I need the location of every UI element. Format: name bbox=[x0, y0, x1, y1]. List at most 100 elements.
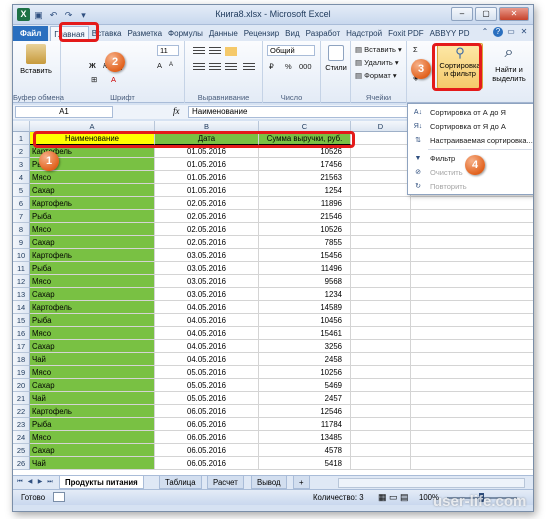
row-header[interactable]: 3 bbox=[13, 158, 30, 171]
cell-date[interactable]: 05.05.2016 bbox=[155, 366, 259, 379]
align-top-icon[interactable] bbox=[193, 47, 205, 56]
cell-name[interactable]: Сахар bbox=[30, 340, 155, 353]
cell-name[interactable]: Сахар bbox=[30, 236, 155, 249]
cell-empty[interactable] bbox=[411, 340, 533, 353]
sheet-tab-products[interactable]: Продукты питания bbox=[59, 476, 144, 489]
row-header[interactable]: 10 bbox=[13, 249, 30, 262]
cell-revenue[interactable]: 1234 bbox=[259, 288, 351, 301]
cell-empty[interactable] bbox=[351, 184, 411, 197]
cell-empty[interactable] bbox=[411, 457, 533, 470]
cell-name[interactable]: Чай bbox=[30, 353, 155, 366]
cell-revenue[interactable]: 3256 bbox=[259, 340, 351, 353]
cell-date[interactable]: 04.05.2016 bbox=[155, 340, 259, 353]
reapply-item[interactable]: ↻ Повторить bbox=[408, 180, 533, 193]
cell-empty[interactable] bbox=[351, 249, 411, 262]
cell-name[interactable]: Картофель bbox=[30, 249, 155, 262]
help-icon[interactable]: ? bbox=[493, 27, 503, 37]
macro-record-icon[interactable] bbox=[53, 492, 65, 502]
new-sheet-icon[interactable]: + bbox=[293, 476, 310, 489]
cell-name[interactable]: Мясо bbox=[30, 171, 155, 184]
cell-empty[interactable] bbox=[411, 301, 533, 314]
cell-date[interactable]: 02.05.2016 bbox=[155, 236, 259, 249]
cell-name[interactable]: Сахар bbox=[30, 184, 155, 197]
cell-name[interactable]: Сахар bbox=[30, 288, 155, 301]
font-color-icon[interactable]: A bbox=[111, 75, 116, 84]
cell-date[interactable]: 06.05.2016 bbox=[155, 457, 259, 470]
tab-file[interactable]: Файл bbox=[13, 26, 49, 41]
cell-revenue[interactable]: 10526 bbox=[259, 223, 351, 236]
cell-revenue[interactable]: 1254 bbox=[259, 184, 351, 197]
currency-icon[interactable]: ₽ bbox=[269, 62, 274, 71]
find-select-button[interactable]: ⌕ Найти и выделить bbox=[489, 43, 529, 83]
cell-empty[interactable] bbox=[351, 158, 411, 171]
cell-date[interactable]: 02.05.2016 bbox=[155, 197, 259, 210]
cell-empty[interactable] bbox=[411, 379, 533, 392]
tab-developer[interactable]: Разработ bbox=[303, 26, 344, 41]
grow-font-icon[interactable]: A bbox=[157, 61, 162, 70]
cell-empty[interactable] bbox=[411, 262, 533, 275]
align-right-icon[interactable] bbox=[225, 63, 237, 72]
cell-revenue[interactable]: 10456 bbox=[259, 314, 351, 327]
delete-cells-button[interactable]: ▤ Удалить ▾ bbox=[355, 58, 399, 67]
cell-revenue[interactable]: 5469 bbox=[259, 379, 351, 392]
cell-revenue[interactable]: 11496 bbox=[259, 262, 351, 275]
row-header[interactable]: 23 bbox=[13, 418, 30, 431]
number-format-select[interactable]: Общий bbox=[267, 45, 315, 56]
shrink-font-icon[interactable]: A bbox=[169, 62, 173, 68]
cell-revenue[interactable]: 12546 bbox=[259, 405, 351, 418]
cell-date[interactable]: 03.05.2016 bbox=[155, 275, 259, 288]
align-middle-icon[interactable] bbox=[209, 47, 221, 56]
tab-data[interactable]: Данные bbox=[206, 26, 241, 41]
horizontal-scrollbar[interactable] bbox=[338, 478, 525, 488]
cell-empty[interactable] bbox=[411, 353, 533, 366]
cell-revenue[interactable]: 14589 bbox=[259, 301, 351, 314]
cell-revenue[interactable]: 13485 bbox=[259, 431, 351, 444]
cell-empty[interactable] bbox=[351, 275, 411, 288]
cell-date[interactable]: 01.05.2016 bbox=[155, 158, 259, 171]
cell-empty[interactable] bbox=[411, 405, 533, 418]
close-workbook-icon[interactable]: ✕ bbox=[519, 27, 529, 37]
borders-icon[interactable]: ⊞ bbox=[91, 75, 97, 84]
cell-empty[interactable] bbox=[351, 171, 411, 184]
fx-icon[interactable]: fx bbox=[173, 106, 180, 116]
cell-name[interactable]: Рыба bbox=[30, 210, 155, 223]
minimize-icon[interactable]: – bbox=[451, 7, 473, 21]
cell-revenue[interactable]: 10256 bbox=[259, 366, 351, 379]
row-header[interactable]: 16 bbox=[13, 327, 30, 340]
row-header[interactable]: 19 bbox=[13, 366, 30, 379]
cell-empty[interactable] bbox=[411, 444, 533, 457]
cell-empty[interactable] bbox=[351, 236, 411, 249]
cell-date[interactable]: 05.05.2016 bbox=[155, 392, 259, 405]
cell-empty[interactable] bbox=[411, 210, 533, 223]
cell-date[interactable]: 06.05.2016 bbox=[155, 444, 259, 457]
row-header[interactable]: 15 bbox=[13, 314, 30, 327]
row-header[interactable]: 5 bbox=[13, 184, 30, 197]
cell-date[interactable]: 01.05.2016 bbox=[155, 184, 259, 197]
cell-date[interactable]: 01.05.2016 bbox=[155, 171, 259, 184]
sort-z-a-item[interactable]: Я↓ Сортировка от Я до А bbox=[408, 120, 533, 133]
row-header[interactable]: 7 bbox=[13, 210, 30, 223]
cell-empty[interactable] bbox=[411, 197, 533, 210]
tab-review[interactable]: Рецензир bbox=[241, 26, 282, 41]
row-header[interactable]: 13 bbox=[13, 288, 30, 301]
format-cells-button[interactable]: ▤ Формат ▾ bbox=[355, 71, 397, 80]
row-header[interactable]: 14 bbox=[13, 301, 30, 314]
cell-empty[interactable] bbox=[351, 405, 411, 418]
tab-foxit-pdf[interactable]: Foxit PDF bbox=[385, 26, 427, 41]
thousands-icon[interactable]: 000 bbox=[299, 62, 312, 71]
cell-name[interactable]: Мясо bbox=[30, 366, 155, 379]
bold-icon[interactable]: Ж bbox=[89, 61, 96, 70]
cell-empty[interactable] bbox=[411, 366, 533, 379]
cell-empty[interactable] bbox=[411, 288, 533, 301]
tab-abbyy-pdf[interactable]: ABBYY PD bbox=[427, 26, 473, 41]
sheet-tab-calculation[interactable]: Расчет bbox=[207, 476, 244, 489]
cell-empty[interactable] bbox=[351, 366, 411, 379]
cell-revenue[interactable]: 11896 bbox=[259, 197, 351, 210]
cell-empty[interactable] bbox=[351, 223, 411, 236]
sheet-tab-table[interactable]: Таблица bbox=[159, 476, 202, 489]
cell-date[interactable]: 06.05.2016 bbox=[155, 418, 259, 431]
cell-empty[interactable] bbox=[351, 457, 411, 470]
prev-sheet-icon[interactable]: ◀ bbox=[26, 478, 34, 487]
paste-button[interactable]: Вставить bbox=[17, 44, 55, 75]
row-header[interactable]: 26 bbox=[13, 457, 30, 470]
